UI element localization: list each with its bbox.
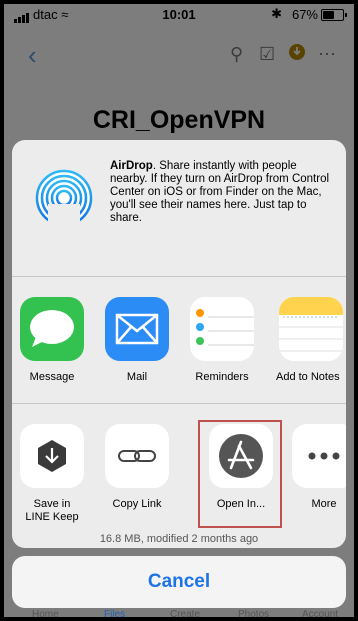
status-bar: dtac ≈ 10:01 ✱ 67% (4, 4, 354, 26)
phone-screen: dtac ≈ 10:01 ✱ 67% ‹ ⚲ ☑ ⋯ CRI_OpenVPN A… (4, 4, 354, 617)
tab-files[interactable]: Files (104, 609, 125, 617)
airdrop-description: AirDrop. Share instantly with people nea… (110, 160, 335, 225)
action-label: More (311, 498, 337, 510)
airdrop-title: AirDrop (110, 160, 153, 172)
battery-percent: 67% (291, 7, 318, 22)
share-app-label: Message (29, 371, 75, 383)
share-sheet: AirDrop. Share instantly with people nea… (12, 140, 346, 548)
messages-icon (20, 297, 84, 361)
reminders-icon (190, 297, 254, 361)
share-app-notes[interactable]: Add to Notes (270, 297, 346, 384)
select-checkbox-icon[interactable]: ☑ (259, 44, 275, 65)
tab-home[interactable]: Home (32, 609, 59, 617)
share-app-label: Reminders (195, 371, 249, 383)
airdrop-icon (35, 169, 93, 228)
file-meta: 16.8 MB, modified 2 months ago (99, 533, 259, 545)
action-label: Save in LINE Keep (25, 498, 79, 523)
battery-fill (323, 11, 334, 19)
share-app-label: Add to Notes (276, 371, 340, 383)
share-actions-row: Save in LINE Keep Copy Link Open In... Mo… (12, 404, 346, 530)
tab-account[interactable]: Account (302, 609, 338, 617)
back-chevron-icon[interactable]: ‹ (28, 40, 37, 71)
tab-create[interactable]: Create (170, 609, 200, 617)
search-icon[interactable]: ⚲ (230, 44, 243, 65)
background-nav: ‹ ⚲ ☑ ⋯ (4, 40, 354, 80)
bluetooth-icon: ✱ (271, 6, 282, 21)
action-more[interactable]: More (283, 424, 346, 511)
share-app-message[interactable]: Message (12, 297, 93, 384)
mail-icon (105, 297, 169, 361)
notes-icon (279, 297, 343, 361)
download-shield-icon (20, 424, 84, 488)
cancel-button[interactable]: Cancel (12, 556, 346, 608)
share-app-reminders[interactable]: Reminders (181, 297, 263, 384)
link-icon (105, 424, 169, 488)
tab-photos[interactable]: Photos (238, 609, 269, 617)
share-apps-row: Message Mail Reminders Add to Notes (12, 277, 346, 404)
action-label: Copy Link (112, 498, 162, 510)
share-app-mail[interactable]: Mail (96, 297, 178, 384)
airdrop-section[interactable]: AirDrop. Share instantly with people nea… (12, 140, 346, 277)
battery-icon (321, 9, 347, 21)
document-title: CRI_OpenVPN (92, 106, 266, 134)
cancel-label: Cancel (147, 571, 211, 592)
highlight-box (198, 420, 282, 528)
download-icon[interactable] (288, 43, 306, 66)
share-app-label: Mail (126, 371, 148, 383)
more-icon[interactable]: ⋯ (318, 44, 336, 65)
more-dots-icon (292, 424, 346, 488)
action-save-line-keep[interactable]: Save in LINE Keep (12, 424, 93, 524)
background-tab-bar: Home Files Create Photos Account (4, 608, 354, 617)
action-copy-link[interactable]: Copy Link (96, 424, 178, 511)
